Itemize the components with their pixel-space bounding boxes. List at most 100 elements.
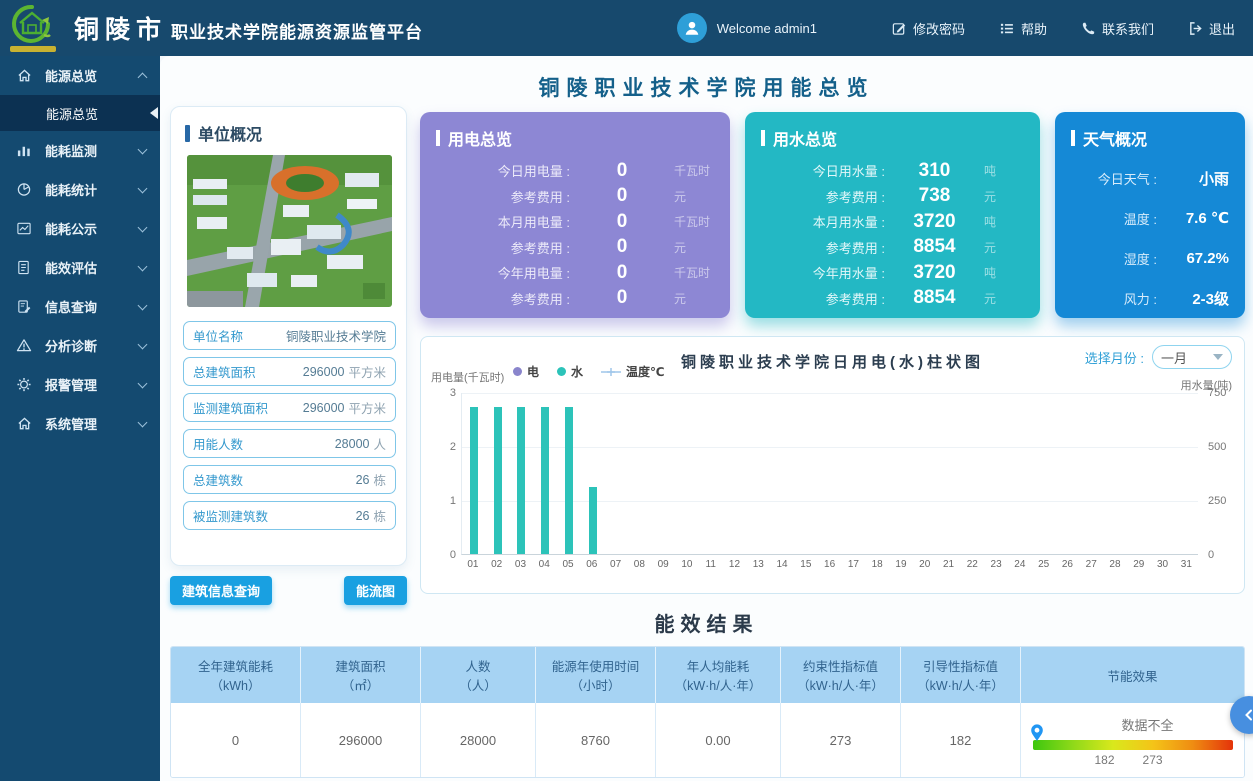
header-line2: （㎡）: [305, 675, 416, 694]
x-axis-day-label: 27: [1079, 559, 1103, 570]
stat-value: 738: [885, 185, 984, 207]
stat-label: 本月用水量 :: [745, 212, 885, 231]
sidebar-item-energy-overview[interactable]: 能源总览: [0, 56, 160, 95]
stat-row: 今日用水量 :310吨: [745, 158, 1040, 184]
stat-value: 0: [570, 185, 674, 207]
sidebar-item-efficiency-evaluation[interactable]: 能效评估: [0, 248, 160, 287]
x-axis-day-label: 08: [627, 559, 651, 570]
chevron-down-icon: [138, 378, 148, 388]
unit-info-fields: 单位名称铜陵职业技术学院总建筑面积296000平方米监测建筑面积296000平方…: [183, 321, 396, 537]
chevron-down-icon: [138, 339, 148, 349]
building-info-query-button[interactable]: 建筑信息查询: [170, 576, 272, 605]
sidebar-subitem-label: 能源总览: [46, 104, 98, 123]
main-content: 铜陵职业技术学院用能总览 单位概况: [160, 56, 1253, 781]
energy-flow-diagram-button[interactable]: 能流图: [344, 576, 407, 605]
header-line2: （kW·h/人·年）: [660, 675, 776, 694]
title-tick: [185, 125, 190, 142]
month-select-dropdown[interactable]: 一月: [1152, 345, 1232, 369]
chevron-down-icon: [138, 300, 148, 310]
header-line1: 节能效果: [1025, 666, 1240, 685]
legend-dot-icon: [557, 367, 566, 376]
x-axis-day-label: 04: [532, 559, 556, 570]
right-axis-tick: 0: [1208, 549, 1214, 561]
x-axis-day-label: 15: [794, 559, 818, 570]
legend-label: 电: [527, 363, 539, 380]
x-axis-day-label: 22: [960, 559, 984, 570]
header-line1: 年人均能耗: [660, 656, 776, 675]
water-card-title: 用水总览: [745, 126, 1040, 150]
header-line2: （kW·h/人·年）: [785, 675, 896, 694]
sidebar-subitem-energy-overview-sub[interactable]: 能源总览: [0, 95, 160, 131]
unit-overview-card: 单位概况: [170, 106, 407, 566]
chevron-down-icon: [138, 222, 148, 232]
unit-field-row: 监测建筑面积296000平方米: [183, 393, 396, 422]
table-data-cell: 0.00: [656, 703, 781, 777]
header-action-contact-us[interactable]: 联系我们: [1081, 19, 1154, 38]
stat-row: 参考费用 :8854元: [745, 286, 1040, 312]
sidebar-item-alarm-management[interactable]: 报警管理: [0, 365, 160, 404]
sidebar-item-label: 能效评估: [45, 258, 139, 277]
stat-row: 参考费用 :0元: [420, 235, 730, 261]
stat-value: 8854: [885, 236, 984, 258]
stat-label: 今日用水量 :: [745, 161, 885, 180]
header-action-help[interactable]: 帮助: [999, 19, 1047, 38]
sidebar-item-energy-publicity[interactable]: 能耗公示: [0, 209, 160, 248]
header-action-logout[interactable]: 退出: [1188, 19, 1235, 38]
results-section-title: 能效结果: [160, 608, 1253, 637]
campus-aerial-image: [187, 155, 392, 307]
sidebar-item-label: 分析诊断: [45, 336, 139, 355]
weather-label: 温度 :: [1071, 209, 1157, 228]
chart-x-axis-labels: 0102030405060708091011121314151617181920…: [461, 559, 1198, 570]
table-header-cell: 引导性指标值（kW·h/人·年）: [901, 647, 1021, 703]
unit-field-label: 总建筑面积: [193, 362, 256, 381]
unit-field-value: 26: [243, 473, 369, 487]
water-bar-day-03: [517, 407, 525, 554]
x-axis-day-label: 25: [1032, 559, 1056, 570]
left-axis-label: 用电量(千瓦时): [431, 369, 504, 385]
stat-label: 参考费用 :: [745, 238, 885, 257]
unit-field-label: 总建筑数: [193, 470, 243, 489]
x-axis-day-label: 24: [1008, 559, 1032, 570]
sidebar-item-system-management[interactable]: 系统管理: [0, 404, 160, 443]
sidebar-item-energy-monitoring[interactable]: 能耗监测: [0, 131, 160, 170]
app-title-platform: 职业技术学院能源资源监管平台: [171, 18, 423, 43]
stat-row: 今年用电量 :0千瓦时: [420, 260, 730, 286]
stat-unit: 元: [674, 188, 730, 205]
header-action-change-password[interactable]: 修改密码: [891, 19, 965, 38]
weather-card-title-text: 天气概况: [1083, 126, 1147, 150]
stat-row: 今年用水量 :3720吨: [745, 260, 1040, 286]
unit-field-label: 单位名称: [193, 326, 243, 345]
header-line2: （kW·h/人·年）: [905, 675, 1016, 694]
month-select-group: 选择月份 : 一月: [1085, 345, 1232, 369]
legend-label: 水: [571, 363, 583, 380]
home-icon: [16, 68, 36, 84]
unit-card-title-text: 单位概况: [198, 121, 262, 145]
top-header: 铜陵市 职业技术学院能源资源监管平台 Welcome admin1 修改密码帮助…: [0, 0, 1253, 56]
water-bar-day-01: [470, 407, 478, 554]
sidebar-item-analysis-diagnosis[interactable]: 分析诊断: [0, 326, 160, 365]
chevron-left-icon: [1243, 709, 1253, 721]
chevron-down-icon: [138, 261, 148, 271]
user-avatar[interactable]: [677, 13, 707, 43]
sidebar-item-energy-statistics[interactable]: 能耗统计: [0, 170, 160, 209]
logo-icon: [8, 3, 56, 47]
stat-value: 310: [885, 160, 984, 182]
chart-plot-area: 00125025003750: [461, 393, 1198, 555]
x-axis-day-label: 31: [1174, 559, 1198, 570]
header-line1: 人数: [425, 656, 531, 675]
x-axis-day-label: 28: [1103, 559, 1127, 570]
warning-icon: [16, 338, 36, 354]
unit-field-value: 28000: [243, 437, 369, 451]
app-logo: [0, 0, 64, 56]
legend-item: 电: [513, 363, 539, 380]
x-axis-day-label: 17: [842, 559, 866, 570]
sidebar-item-info-query[interactable]: 信息查询: [0, 287, 160, 326]
logo-caption-strip: [10, 46, 56, 52]
unit-field-value: 26: [268, 509, 369, 523]
stat-label: 今年用电量 :: [420, 263, 570, 282]
user-icon: [683, 19, 701, 37]
list-icon: [999, 21, 1021, 36]
header-line2: （小时）: [540, 675, 651, 694]
table-header-cell: 约束性指标值（kW·h/人·年）: [781, 647, 901, 703]
sidebar-item-label: 能源总览: [45, 66, 139, 85]
